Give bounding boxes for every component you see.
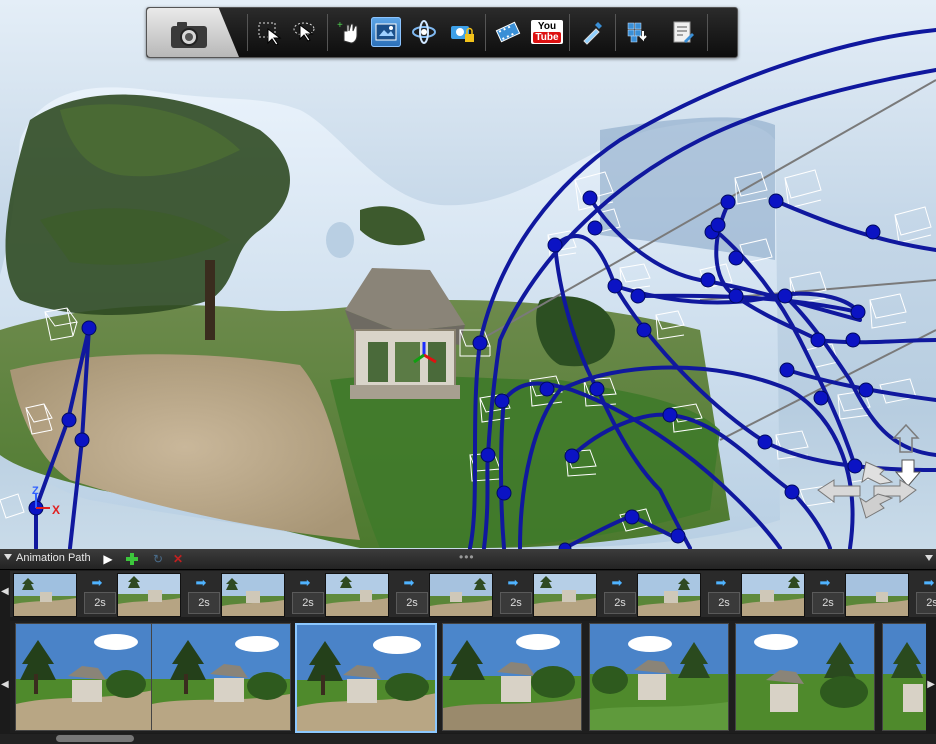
svg-text:+: + [337, 20, 343, 31]
viewpoint-thumbnail[interactable] [442, 623, 582, 731]
locked-camera-icon[interactable] [447, 17, 477, 47]
path-keyframe-thumb[interactable] [221, 573, 285, 617]
play-icon[interactable]: ▶ [100, 551, 116, 567]
transition-arrow-icon: ➡ [715, 575, 727, 590]
youtube-tube: Tube [533, 32, 561, 43]
export-cube-icon[interactable] [623, 17, 653, 47]
reconstruction-mesh [0, 79, 936, 548]
delete-icon[interactable]: ✕ [170, 551, 186, 567]
camera-button[interactable] [147, 8, 239, 57]
navigation-arrows[interactable] [817, 423, 922, 519]
path-keyframe-transition[interactable]: ➡ 2s [78, 573, 120, 615]
viewpoint-thumbnail[interactable] [882, 623, 926, 731]
animation-path-title: Animation Path [16, 552, 91, 564]
path-keyframe-thumb[interactable] [533, 573, 597, 617]
keyframe-duration[interactable]: 2s [604, 592, 636, 614]
transition-arrow-icon: ➡ [819, 575, 831, 590]
panel-resize-grip[interactable]: ••• [459, 550, 475, 564]
keyframe-duration[interactable]: 2s [916, 592, 936, 614]
transition-arrow-icon: ➡ [611, 575, 623, 590]
horizontal-scrollbar[interactable] [0, 734, 936, 744]
transition-arrow-icon: ➡ [299, 575, 311, 590]
path-keyframe-transition[interactable]: ➡ 2s [598, 573, 640, 615]
keyframe-duration[interactable]: 2s [396, 592, 428, 614]
path-keyframe-strip: ➡ 2s ➡ 2s ➡ 2s ➡ 2s ➡ 2s ➡ 2s ➡ 2s ➡ 2s [10, 571, 936, 617]
transition-arrow-icon: ➡ [507, 575, 519, 590]
viewpoint-thumbnail[interactable] [735, 623, 875, 731]
animation-panel: Animation Path ▶ ↻ ✕ ••• ◀ ➡ 2s ➡ 2s ➡ 2s ➡… [0, 549, 936, 744]
path-keyframe-transition[interactable]: ➡ 2s [286, 573, 328, 615]
keyframe-duration[interactable]: 2s [84, 592, 116, 614]
select-lasso-icon[interactable] [289, 17, 319, 47]
viewpoint-thumbnail[interactable] [151, 623, 291, 731]
transition-arrow-icon: ➡ [91, 575, 103, 590]
path-keyframe-thumb[interactable] [13, 573, 77, 617]
path-keyframe-thumb[interactable] [741, 573, 805, 617]
add-keyframe-icon[interactable] [124, 551, 140, 567]
keyframe-duration[interactable]: 2s [500, 592, 532, 614]
path-keyframe-transition[interactable]: ➡ 2s [702, 573, 744, 615]
path-keyframe-transition[interactable]: ➡ 2s [910, 573, 936, 615]
keyframe-duration[interactable]: 2s [708, 592, 740, 614]
transition-arrow-icon: ➡ [195, 575, 207, 590]
orbit-icon[interactable] [409, 17, 439, 47]
camera-icon [171, 22, 207, 48]
animation-panel-header: Animation Path ▶ ↻ ✕ ••• [0, 549, 936, 570]
3d-viewport[interactable]: Z X [0, 0, 936, 549]
viewpoint-thumbnail[interactable] [589, 623, 729, 731]
path-keyframe-thumb[interactable] [637, 573, 701, 617]
path-keyframe-thumb[interactable] [117, 573, 181, 617]
keyframe-duration[interactable]: 2s [812, 592, 844, 614]
path-keyframe-transition[interactable]: ➡ 2s [494, 573, 536, 615]
viewpoint-strip [10, 621, 926, 733]
youtube-icon[interactable]: You Tube [531, 17, 563, 47]
refresh-icon[interactable]: ↻ [150, 551, 166, 567]
keyframe-duration[interactable]: 2s [292, 592, 324, 614]
view-strip-left-arrow[interactable]: ◀ [1, 679, 9, 690]
viewpoint-thumbnail[interactable] [15, 623, 155, 731]
add-point-hand-icon[interactable]: + [334, 17, 364, 47]
axis-z-label: Z [32, 485, 39, 497]
collapse-triangle-icon[interactable] [4, 554, 12, 560]
path-keyframe-transition[interactable]: ➡ 2s [390, 573, 432, 615]
keyframe-duration[interactable]: 2s [188, 592, 220, 614]
panel-menu-icon[interactable] [925, 555, 933, 561]
main-toolbar: + You Tube [146, 7, 738, 58]
select-rectangle-icon[interactable] [254, 17, 284, 47]
film-icon[interactable] [493, 17, 523, 47]
settings-document-icon[interactable] [667, 17, 697, 47]
youtube-you: You [537, 21, 557, 32]
path-keyframe-transition[interactable]: ➡ 2s [806, 573, 848, 615]
path-keyframe-thumb[interactable] [429, 573, 493, 617]
path-keyframe-transition[interactable]: ➡ 2s [182, 573, 224, 615]
transition-arrow-icon: ➡ [923, 575, 935, 590]
path-strip-left-arrow[interactable]: ◀ [1, 586, 9, 597]
point-cloud-scene[interactable]: Z X [0, 0, 936, 549]
view-strip-right-arrow[interactable]: ▶ [927, 679, 935, 690]
path-keyframe-thumb[interactable] [325, 573, 389, 617]
scrollbar-thumb[interactable] [56, 735, 134, 742]
axis-x-label: X [52, 503, 60, 517]
viewpoint-icon[interactable] [371, 17, 401, 47]
viewpoint-thumbnail-selected[interactable] [295, 623, 437, 733]
transition-arrow-icon: ➡ [403, 575, 415, 590]
path-keyframe-thumb[interactable] [845, 573, 909, 617]
eyedropper-icon[interactable] [577, 17, 607, 47]
